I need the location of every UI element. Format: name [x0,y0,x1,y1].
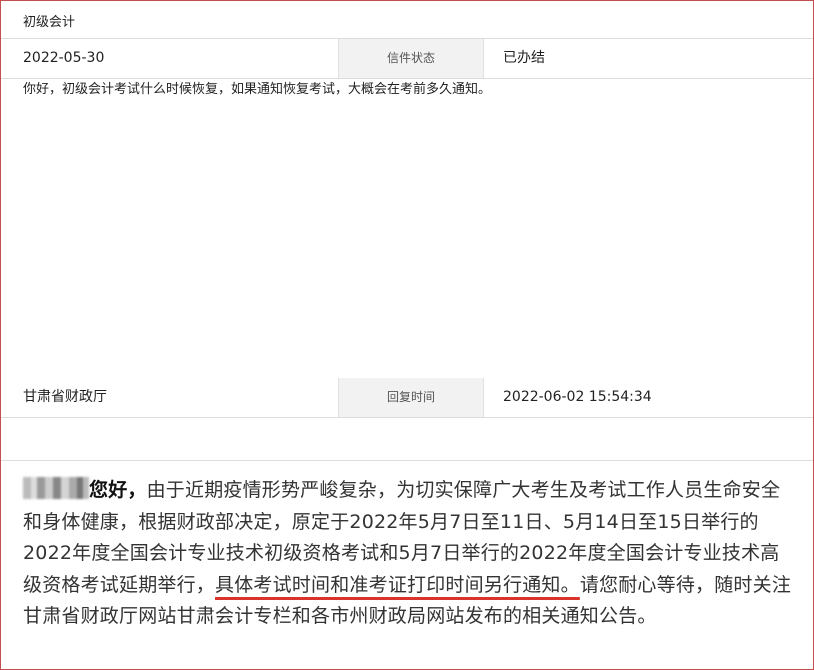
category-title: 初级会计 [23,15,76,30]
letter-meta-row: 2022-05-30 信件状态 已办结 [1,39,813,79]
status-value: 已办结 [503,50,545,66]
reply-time-value: 2022-06-02 15:54:34 [503,389,652,405]
reply-greeting: 您好， [89,479,147,501]
letter-detail-panel: 初级会计 2022-05-30 信件状态 已办结 你好，初级会计考试什么时候恢复… [0,0,814,670]
reply-meta-row: 甘肃省财政厅 回复时间 2022-06-02 15:54:34 [1,378,813,418]
reply-highlight: 具体考试时间和准考证打印时间另行通知。 [215,573,580,596]
reply-text: 您好，由于近期疫情形势严峻复杂，为切实保障广大考生及考试工作人员生命安全和身体健… [23,475,793,633]
reply-time-label: 回复时间 [338,378,484,417]
letter-date: 2022-05-30 [23,50,105,66]
question-text: 你好，初级会计考试什么时候恢复，如果通知恢复考试，大概会在考前多久通知。 [23,82,492,97]
redacted-name [23,477,89,499]
divider-row [1,418,813,461]
reply-department: 甘肃省财政厅 [23,389,107,405]
status-label: 信件状态 [338,39,484,78]
category-row: 初级会计 [1,1,813,39]
